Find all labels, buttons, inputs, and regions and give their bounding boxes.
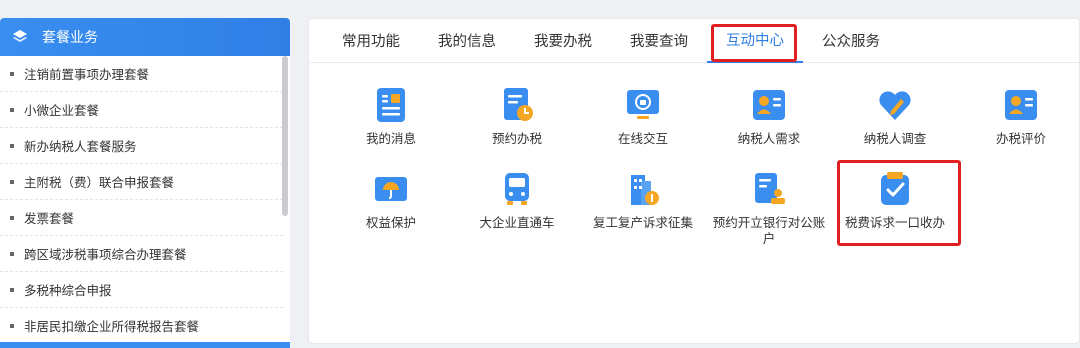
rating-card-icon [1005,90,1037,120]
tile-label: 纳税人调查 [863,131,927,146]
bullet-icon [10,323,14,328]
bank-account-icon [755,173,785,204]
sidebar-item-label: 多税种综合申报 [24,283,112,298]
tile-enterprise-express[interactable]: 大企业直通车 [457,169,577,231]
sidebar-item-label: 注销前置事项办理套餐 [24,67,150,82]
sidebar-title: 套餐业务 [42,30,98,46]
page: 套餐业务 注销前置事项办理套餐 小微企业套餐 新办纳税人套餐服务 主附税（费）联… [0,0,1080,348]
clipboard-check-icon [881,172,909,205]
sidebar-menu: 注销前置事项办理套餐 小微企业套餐 新办纳税人套餐服务 主附税（费）联合申报套餐… [0,56,290,344]
tile-taxpayer-survey[interactable]: 纳税人调查 [835,85,955,147]
sidebar-next-section-edge [0,342,290,348]
sidebar-item-label: 小微企业套餐 [24,103,100,118]
tab-query[interactable]: 我要查询 [611,19,707,63]
tile-label: 预约办税 [491,131,542,146]
tile-tax-appeal-one-stop[interactable]: 税费诉求一口收办 [835,169,955,231]
bullet-icon [10,143,14,148]
tile-label: 税费诉求一口收办 [844,215,945,230]
sidebar-item-label: 跨区域涉税事项综合办理套餐 [24,247,187,262]
bullet-icon [10,179,14,184]
tab-my-info[interactable]: 我的信息 [419,19,515,63]
tile-taxpayer-needs[interactable]: 纳税人需求 [709,85,829,147]
sidebar-scrollbar[interactable] [282,56,288,216]
sidebar-item[interactable]: 跨区域涉税事项综合办理套餐 [0,236,283,272]
tab-common[interactable]: 常用功能 [323,19,419,63]
sidebar-item[interactable]: 非居民扣缴企业所得税报告套餐 [0,308,283,344]
bullet-icon [10,251,14,256]
sidebar-item[interactable]: 小微企业套餐 [0,92,283,128]
heart-pen-icon [879,91,911,120]
tab-interaction-center[interactable]: 互动中心 [707,19,803,63]
tile-label: 办税评价 [995,131,1046,146]
tile-tax-rating[interactable]: 办税评价 [961,85,1080,147]
sidebar: 套餐业务 注销前置事项办理套餐 小微企业套餐 新办纳税人套餐服务 主附税（费）联… [0,18,290,348]
bullet-icon [10,287,14,292]
tab-tax-handling[interactable]: 我要办税 [515,19,611,63]
tile-label: 在线交互 [617,131,668,146]
bus-icon [505,173,529,205]
sidebar-item[interactable]: 注销前置事项办理套餐 [0,56,283,92]
sidebar-header[interactable]: 套餐业务 [0,18,290,56]
umbrella-icon [375,177,407,201]
sidebar-item[interactable]: 主附税（费）联合申报套餐 [0,164,283,200]
tile-bank-account-appointment[interactable]: 预约开立银行对公账户 [709,169,829,247]
sidebar-item-label: 非居民扣缴企业所得税报告套餐 [24,319,200,334]
tile-online-interaction[interactable]: 在线交互 [583,85,703,147]
tile-label: 我的消息 [365,131,416,146]
tile-resumption-appeal[interactable]: 复工复产诉求征集 [583,169,703,231]
message-icon [377,88,405,122]
sidebar-item-label: 新办纳税人套餐服务 [24,139,137,154]
sidebar-item-label: 发票套餐 [24,211,75,226]
tab-bar: 常用功能 我的信息 我要办税 我要查询 互动中心 公众服务 [309,19,1079,63]
tile-rights-protection[interactable]: 权益保护 [331,169,451,231]
tile-label: 预约开立银行对公账户 [712,215,826,246]
main-panel: 常用功能 我的信息 我要办税 我要查询 互动中心 公众服务 我的消息 预约办税 … [308,18,1080,344]
tile-my-messages[interactable]: 我的消息 [331,85,451,147]
bullet-icon [10,215,14,220]
tile-label: 复工复产诉求征集 [592,215,693,230]
profile-card-icon [753,90,785,120]
tab-public-service[interactable]: 公众服务 [803,19,899,63]
monitor-icon [627,90,659,119]
sidebar-item[interactable]: 新办纳税人套餐服务 [0,128,283,164]
sidebar-item[interactable]: 多税种综合申报 [0,272,283,308]
tile-appointment[interactable]: 预约办税 [457,85,577,147]
bullet-icon [10,107,14,112]
sidebar-item-label: 主附税（费）联合申报套餐 [24,175,175,190]
tile-label: 纳税人需求 [737,131,801,146]
tile-label: 权益保护 [365,215,416,230]
appointment-icon [504,88,533,121]
building-icon [631,175,659,205]
layers-icon [13,30,27,42]
tile-label: 大企业直通车 [479,215,555,230]
bullet-icon [10,71,14,76]
sidebar-item[interactable]: 发票套餐 [0,200,283,236]
